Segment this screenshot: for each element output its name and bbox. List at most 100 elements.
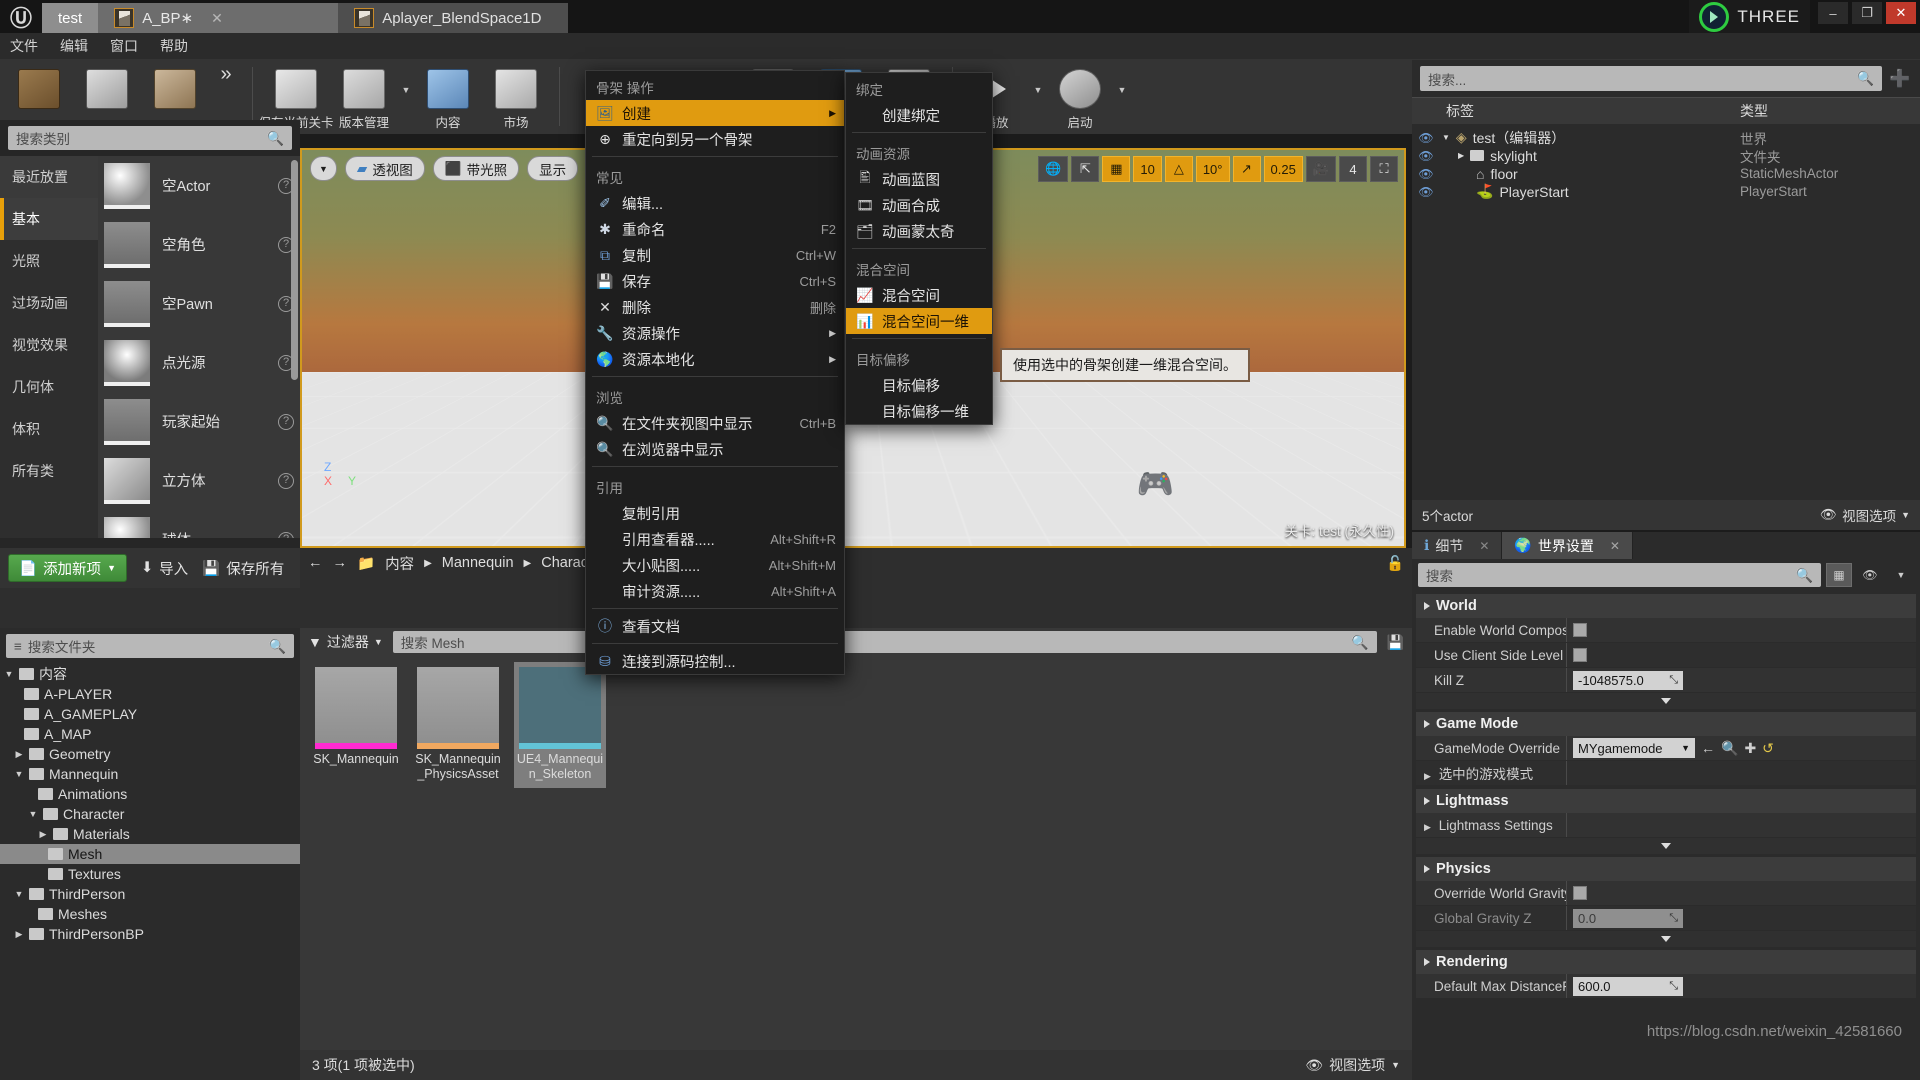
submenu-item-anim-blueprint[interactable]: 🖺 动画蓝图 — [846, 166, 992, 192]
expander-icon[interactable]: ▶ — [38, 829, 48, 840]
toolbar-paint-button[interactable] — [74, 63, 140, 109]
menu-edit[interactable]: 编辑 — [60, 36, 88, 56]
expander-icon[interactable]: ▼ — [14, 769, 24, 779]
spinner-icon[interactable]: ⤡ — [1669, 674, 1678, 687]
expander-icon[interactable]: ▼ — [4, 669, 14, 679]
expander-icon[interactable]: ▶ — [1424, 822, 1431, 832]
asset-tile[interactable]: UE4_Mannequin_Skeleton — [514, 662, 606, 788]
category-visual-effects[interactable]: 视觉效果 — [0, 324, 98, 366]
category-volumes[interactable]: 体积 — [0, 408, 98, 450]
category-recently-placed[interactable]: 最近放置 — [0, 156, 98, 198]
actor-item[interactable]: 空角色 ? — [98, 215, 300, 274]
tree-item-animations[interactable]: Animations — [0, 784, 300, 804]
submenu-item-create-rig[interactable]: 创建绑定 — [846, 102, 992, 128]
property-value[interactable]: MYgamemode ▼ ← 🔍 ✚ ↺ — [1566, 736, 1916, 760]
submenu-item-aim-offset[interactable]: 目标偏移 — [846, 372, 992, 398]
column-header-label[interactable]: 标签 — [1412, 101, 1740, 121]
chevron-down-icon[interactable]: ▼ — [399, 63, 413, 95]
visibility-eye-icon[interactable]: 👁 — [1412, 167, 1440, 181]
collapse-icon[interactable]: ≡ — [14, 639, 22, 654]
menu-item-save[interactable]: 💾 保存 Ctrl+S — [586, 268, 844, 294]
visibility-eye-icon[interactable]: 👁 — [1412, 149, 1440, 163]
category-all-classes[interactable]: 所有类 — [0, 450, 98, 492]
section-header[interactable]: Game Mode — [1416, 712, 1916, 736]
property-row[interactable]: Enable World Compositing — [1416, 618, 1916, 643]
tree-item-a-map[interactable]: A_MAP — [0, 724, 300, 744]
section-header[interactable]: Rendering — [1416, 950, 1916, 974]
minimize-button[interactable]: – — [1818, 2, 1848, 24]
section-header[interactable]: Lightmass — [1416, 789, 1916, 813]
tab-test[interactable]: test — [42, 3, 99, 33]
breadcrumb-mannequin[interactable]: Mannequin — [442, 555, 514, 571]
actor-item[interactable]: 玩家起始 ? — [98, 392, 300, 451]
tree-item-meshes[interactable]: Meshes — [0, 904, 300, 924]
marketplace-button[interactable]: 市场 — [483, 63, 549, 131]
browse-icon[interactable]: 🔍 — [1721, 740, 1738, 757]
actor-item[interactable]: 立方体 ? — [98, 451, 300, 510]
submenu-item-aim-offset-1d[interactable]: 目标偏移一维 — [846, 398, 992, 424]
asset-tile[interactable]: SK_Mannequin_PhysicsAsset — [412, 662, 504, 788]
chevron-down-icon[interactable]: ▼ — [1888, 563, 1914, 587]
grid-view-icon[interactable]: ▦ — [1826, 563, 1852, 587]
expander-icon[interactable]: ▼ — [14, 889, 24, 899]
content-view-options-button[interactable]: 👁 视图选项 ▼ — [1305, 1055, 1400, 1075]
checkbox[interactable] — [1573, 623, 1587, 637]
use-selected-icon[interactable]: ← — [1701, 740, 1715, 756]
property-row[interactable]: Use Client Side Level Streaming — [1416, 643, 1916, 668]
scale-snap-icon[interactable]: ↗ — [1232, 156, 1261, 182]
category-cinematic[interactable]: 过场动画 — [0, 282, 98, 324]
menu-item-copy-reference[interactable]: 复制引用 — [586, 500, 844, 526]
chevron-down-icon[interactable]: ▼ — [1115, 63, 1129, 95]
help-icon[interactable]: ? — [278, 531, 294, 538]
menu-file[interactable]: 文件 — [10, 36, 38, 56]
actor-item[interactable]: 点光源 ? — [98, 333, 300, 392]
forward-icon[interactable]: → — [333, 555, 348, 571]
checkbox[interactable] — [1573, 886, 1587, 900]
outliner-row[interactable]: 👁 ⌂ floor StaticMeshActor — [1412, 164, 1920, 182]
save-asset-icon[interactable]: 💾 — [1387, 634, 1404, 651]
tree-item-geometry[interactable]: ▶ Geometry — [0, 744, 300, 764]
place-actors-search-input[interactable]: 搜索类别 🔍 — [8, 126, 292, 150]
property-row[interactable]: Kill Z -1048575.0 ⤡ — [1416, 668, 1916, 693]
tree-item-thirdperson[interactable]: ▼ ThirdPerson — [0, 884, 300, 904]
asset-view[interactable]: ▼ 过滤器 ▼ 搜索 Mesh 🔍 💾 SK_Mannequin SK_Mann… — [300, 628, 1412, 1080]
category-basic[interactable]: 基本 — [0, 198, 98, 240]
menu-item-retarget[interactable]: ⊕ 重定向到另一个骨架 — [586, 126, 844, 152]
spinner-icon[interactable]: ⤡ — [1669, 912, 1678, 925]
globe-icon[interactable]: 🌐 — [1038, 156, 1069, 182]
import-button[interactable]: ⬇ 导入 — [141, 558, 188, 579]
spinner-icon[interactable]: ⤡ — [1669, 980, 1678, 993]
section-expander[interactable] — [1416, 838, 1916, 854]
source-control-button[interactable]: 版本管理 — [331, 63, 397, 131]
camera-speed-icon[interactable]: 🎥 — [1305, 156, 1336, 182]
expander-icon[interactable]: ▶ — [1458, 151, 1464, 160]
property-value[interactable] — [1566, 643, 1916, 667]
submenu-item-anim-montage[interactable]: 🗂 动画蒙太奇 — [846, 218, 992, 244]
expander-icon[interactable]: ▼ — [28, 809, 38, 819]
asset-search-input[interactable]: 搜索 Mesh 🔍 — [392, 631, 1377, 653]
tree-item-a-gameplay[interactable]: A_GAMEPLAY — [0, 704, 300, 724]
expander-icon[interactable]: ▶ — [14, 929, 24, 940]
menu-item-delete[interactable]: ✕ 删除 删除 — [586, 294, 844, 320]
tree-item-a-player[interactable]: A-PLAYER — [0, 684, 300, 704]
add-folder-icon[interactable]: ➕ — [1888, 67, 1912, 91]
angle-snap-value[interactable]: 10° — [1195, 156, 1230, 182]
menu-item-view-documentation[interactable]: ⓘ 查看文档 — [586, 613, 844, 639]
details-search-input[interactable]: 搜索 🔍 — [1418, 563, 1821, 587]
property-row[interactable]: ▶ 选中的游戏模式 — [1416, 761, 1916, 786]
menu-item-connect-to-source-control[interactable]: ⛁ 连接到源码控制... — [586, 648, 844, 674]
place-actors-list[interactable]: 空Actor ? 空角色 ? 空Pawn ? 点光源 ? 玩家起始 ? 立方体 … — [98, 156, 300, 538]
help-icon[interactable]: ? — [278, 413, 294, 430]
section-header[interactable]: Physics — [1416, 857, 1916, 881]
asset-context-menu[interactable]: 骨架 操作 🖼 创建 ▶ ⊕ 重定向到另一个骨架 常见 ✐ 编辑... ✱ 重命… — [585, 70, 845, 675]
menu-item-show-in-explorer[interactable]: 🔍 在浏览器中显示 — [586, 436, 844, 462]
tree-item-mesh[interactable]: Mesh — [0, 844, 300, 864]
toolbar-landscape-button[interactable] — [142, 63, 208, 109]
submenu-item-anim-composite[interactable]: 🎞 动画合成 — [846, 192, 992, 218]
property-value[interactable] — [1566, 881, 1916, 905]
property-value[interactable]: 600.0 ⤡ — [1566, 974, 1916, 998]
section-header[interactable]: World — [1416, 594, 1916, 618]
property-row[interactable]: GameMode Override MYgamemode ▼ ← 🔍 ✚ ↺ — [1416, 736, 1916, 761]
actor-item[interactable]: 空Pawn ? — [98, 274, 300, 333]
help-icon[interactable]: ? — [278, 472, 294, 489]
